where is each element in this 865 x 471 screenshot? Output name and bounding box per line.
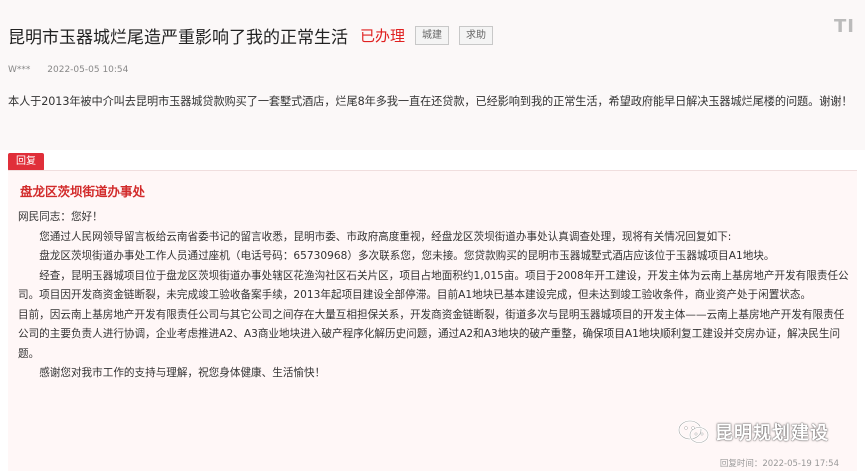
watermark: 昆明规划建设 bbox=[677, 419, 829, 445]
reply-paragraph: 目前，因云南上基房地产开发有限责任公司与其它公司之间存在大量互相担保关系，开发商… bbox=[18, 308, 845, 360]
reply-body: 网民同志：您好！ 您通过人民网领导留言板给云南省委书记的留言收悉，昆明市委、市政… bbox=[18, 208, 852, 384]
watermark-text: 昆明规划建设 bbox=[715, 423, 829, 444]
reply-greeting: 网民同志：您好！ bbox=[18, 211, 103, 223]
page-title: 昆明市玉器城烂尾造严重影响了我的正常生活 bbox=[8, 27, 348, 48]
meta-row: W*** 2022-05-05 10:54 bbox=[8, 65, 128, 75]
status-label: 已办理 bbox=[360, 26, 406, 45]
post-date: 2022-05-05 10:54 bbox=[47, 65, 129, 75]
reply-closing: 感谢您对我市工作的支持与理解，祝您身体健康、生活愉快！ bbox=[39, 367, 326, 379]
corner-logo-icon: TI bbox=[834, 16, 855, 37]
username: W*** bbox=[8, 65, 31, 75]
reply-paragraph: 经查，昆明玉器城项目位于盘龙区茨坝街道办事处辖区花渔沟社区石关片区，项目占地面积… bbox=[18, 269, 849, 302]
wechat-icon bbox=[677, 419, 710, 444]
reply-paragraph: 您通过人民网领导留言板给云南省委书记的留言收悉，昆明市委、市政府高度重视，经盘龙… bbox=[39, 230, 732, 243]
reply-paragraph: 盘龙区茨坝街道办事处工作人员通过座机（电话号码：65730968）多次联系您，您… bbox=[39, 250, 775, 262]
reply-department[interactable]: 盘龙区茨坝街道办事处 bbox=[20, 181, 145, 200]
question-text: 本人于2013年被中介叫去昆明市玉器城贷款购买了一套墅式酒店，烂尾8年多我一直在… bbox=[8, 95, 853, 108]
reply-time: 回复时间：2022-05-19 17:54 bbox=[719, 459, 839, 469]
reply-badge: 回复 bbox=[8, 153, 44, 171]
tag-chengjian[interactable]: 城建 bbox=[415, 25, 450, 45]
tag-qiuzhu[interactable]: 求助 bbox=[459, 25, 494, 45]
question-area: 昆明市玉器城烂尾造严重影响了我的正常生活 已办理 城建 求助 TI W*** 2… bbox=[0, 0, 865, 150]
title-row: 昆明市玉器城烂尾造严重影响了我的正常生活 已办理 城建 求助 bbox=[8, 22, 494, 48]
